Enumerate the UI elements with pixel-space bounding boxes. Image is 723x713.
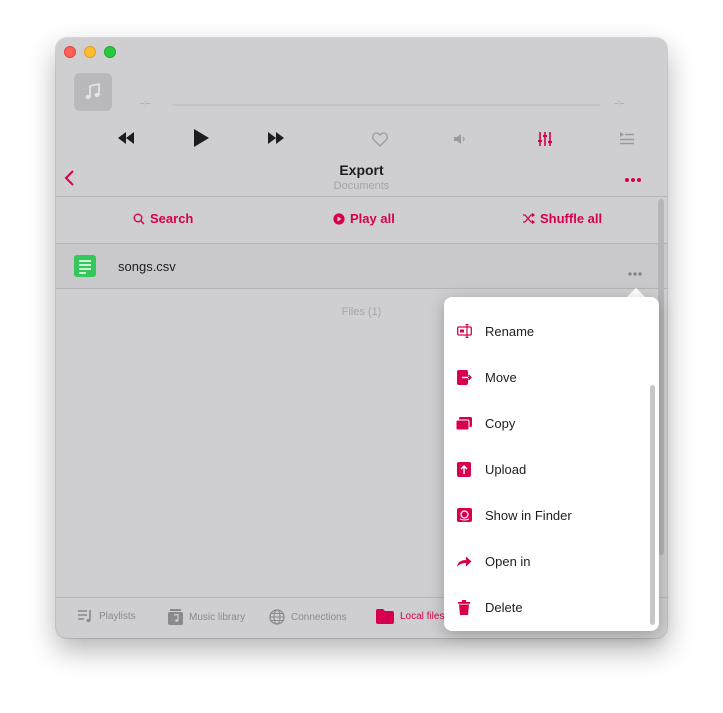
upload-icon [456,461,472,477]
menu-scrollbar[interactable] [650,385,655,625]
menu-label-move: Move [485,369,517,385]
menu-item-open-in[interactable]: Open in [444,541,649,581]
heart-icon [372,131,388,147]
file-name: songs.csv [118,259,176,274]
spreadsheet-icon [74,255,96,277]
trash-icon [456,599,472,615]
file-context-menu: Rename Move Copy Upload Show in Finder O… [444,297,659,631]
music-note-icon [85,83,100,99]
file-row[interactable]: songs.csv [56,244,667,288]
page-title: Export [339,162,384,178]
move-icon [456,369,472,385]
zoom-window-button[interactable] [104,46,116,58]
menu-item-rename[interactable]: Rename [444,311,649,351]
search-button[interactable]: Search [133,211,193,226]
tab-local-files-label: Local files [400,611,445,622]
close-window-button[interactable] [64,46,76,58]
menu-label-open-in: Open in [485,553,531,569]
volume-button[interactable] [452,131,468,147]
shuffle-all-button[interactable]: Shuffle all [522,211,602,226]
tab-connections-label: Connections [291,611,347,623]
fast-forward-icon [268,132,284,144]
queue-button[interactable] [617,129,637,147]
share-arrow-icon [456,553,472,569]
tab-local-files[interactable]: Local files [376,609,444,624]
shuffle-icon [523,213,535,224]
equalizer-button[interactable] [535,129,555,149]
remaining-time: --:-- [614,98,624,108]
ellipsis-icon [628,272,642,276]
play-button[interactable] [191,128,211,148]
music-library-icon [168,609,183,625]
elapsed-time: --:-- [140,98,150,108]
menu-label-rename: Rename [485,323,535,339]
album-artwork [74,73,112,111]
rename-icon [456,323,472,339]
menu-label-show-in-finder: Show in Finder [485,507,572,523]
playlists-icon [78,610,91,623]
menu-item-copy[interactable]: Copy [444,403,649,443]
more-options-button[interactable] [624,170,648,186]
play-all-label: Play all [350,211,395,226]
menu-item-move[interactable]: Move [444,357,649,397]
progress-slider[interactable] [172,104,600,106]
globe-icon [269,609,285,625]
equalizer-icon [538,132,552,146]
next-track-button[interactable] [266,130,286,146]
play-circle-icon [333,212,345,225]
tab-music-library[interactable]: Music library [168,609,245,625]
copy-icon [456,415,472,431]
minimize-window-button[interactable] [84,46,96,58]
rewind-icon [118,132,134,144]
play-all-button[interactable]: Play all [333,211,395,226]
tab-connections[interactable]: Connections [269,609,347,625]
page-subtitle: Documents [333,180,390,192]
tab-playlists-label: Playlists [99,610,136,622]
search-icon [133,213,145,225]
file-row-divider [56,288,667,289]
folder-icon [376,609,394,624]
shuffle-all-label: Shuffle all [540,211,603,226]
search-label: Search [150,211,194,226]
tab-music-library-label: Music library [189,611,246,623]
menu-label-copy: Copy [485,415,516,431]
menu-item-upload[interactable]: Upload [444,449,649,489]
header-divider [56,196,667,197]
tab-playlists[interactable]: Playlists [77,609,136,623]
play-icon [194,129,209,147]
speaker-icon [454,134,465,144]
favorite-button[interactable] [370,130,390,148]
file-more-button[interactable] [628,263,642,276]
menu-item-show-in-finder[interactable]: Show in Finder [444,495,649,535]
finder-icon [456,507,472,523]
previous-track-button[interactable] [116,130,136,146]
queue-list-icon [620,132,634,145]
menu-item-delete[interactable]: Delete [444,587,649,627]
menu-label-upload: Upload [485,461,527,477]
ellipsis-icon [625,178,641,182]
menu-label-delete: Delete [485,599,523,615]
